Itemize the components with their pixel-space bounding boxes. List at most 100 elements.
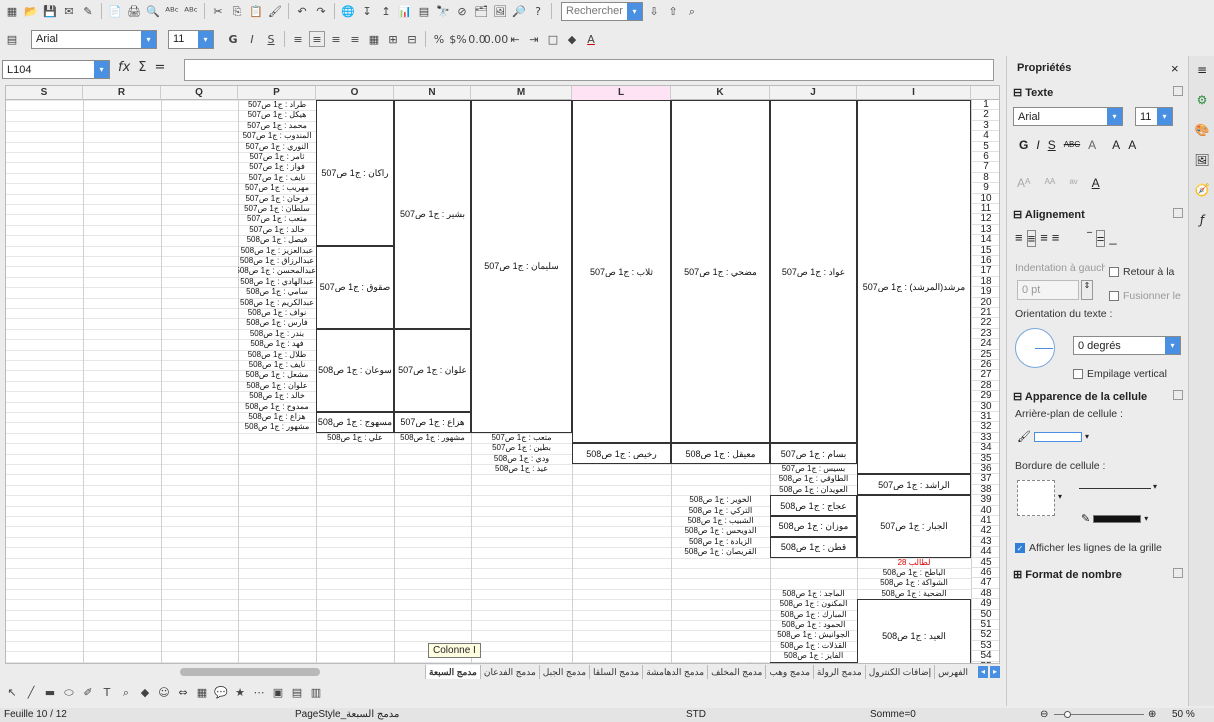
cell[interactable]: بندر : ج1 ص508 bbox=[238, 329, 316, 339]
cell[interactable]: عبدالرزاق : ج1 ص508 bbox=[238, 256, 316, 266]
merged-cell-n[interactable]: بشير : ج1 ص507 bbox=[394, 100, 471, 329]
merged-cell-o[interactable]: راكان : ج1 ص507 bbox=[316, 100, 394, 246]
cell[interactable]: مشعل : ج1 ص508 bbox=[238, 370, 316, 380]
percent-icon[interactable]: % bbox=[431, 31, 447, 47]
underline-button[interactable]: S bbox=[263, 31, 279, 47]
sheet-tab[interactable]: الفهرس bbox=[934, 665, 971, 679]
cell[interactable]: النوري : ج1 ص507 bbox=[238, 142, 316, 152]
italic-button[interactable]: I bbox=[244, 31, 260, 47]
strikethrough-button[interactable]: ABC bbox=[1064, 138, 1080, 152]
close-icon[interactable]: × bbox=[1171, 61, 1179, 76]
chart-icon[interactable]: 📊 bbox=[397, 3, 413, 19]
merged-cell-i[interactable]: الراشد : ج1 ص507 bbox=[857, 474, 971, 496]
navigator-icon[interactable]: ⊘ bbox=[454, 3, 470, 19]
cell[interactable]: مشهور : ج1 ص508 bbox=[238, 422, 316, 432]
collapse-icon[interactable]: ⊟ bbox=[1013, 391, 1022, 403]
gallery-icon[interactable]: 🗂 bbox=[473, 3, 489, 19]
cell[interactable]: بطين : ج1 ص507 bbox=[471, 443, 572, 453]
rectangle-icon[interactable]: ▬ bbox=[42, 684, 58, 700]
cell[interactable]: نايف : ج1 ص508 bbox=[238, 360, 316, 370]
merged-cell-j[interactable]: عواد : ج1 ص507 bbox=[770, 100, 857, 444]
sheet-tab[interactable]: مدمج السبعة bbox=[425, 665, 480, 679]
cell[interactable]: الباطح : ج1 ص508 bbox=[857, 568, 971, 578]
edit-file-icon[interactable]: ✎ bbox=[80, 3, 96, 19]
sidebar-font-size[interactable]: 11 ▾ bbox=[1135, 107, 1173, 126]
cell[interactable]: الشبيب : ج1 ص508 bbox=[671, 516, 770, 526]
cell[interactable]: فيصل : ج1 ص508 bbox=[238, 235, 316, 245]
sheet-tab[interactable]: مدمج الدهامشة bbox=[642, 665, 707, 679]
cell[interactable]: عبدالهادي : ج1 ص508 bbox=[238, 277, 316, 287]
gallery-deck-icon[interactable]: 🖼 bbox=[1194, 152, 1210, 168]
grow-font-button[interactable]: A bbox=[1112, 138, 1120, 152]
chevron-down-icon[interactable]: ▾ bbox=[1058, 492, 1062, 501]
more-options-icon[interactable] bbox=[1173, 86, 1183, 96]
cell[interactable]: هزاع : ج1 ص508 bbox=[238, 412, 316, 422]
chevron-down-icon[interactable]: ▾ bbox=[1107, 108, 1122, 125]
expand-icon[interactable]: ⊞ bbox=[1013, 569, 1022, 581]
column-header-n[interactable]: N bbox=[394, 86, 471, 100]
merged-cell-i[interactable]: الجبار : ج1 ص507 bbox=[857, 495, 971, 558]
callout-icon[interactable]: ⌕ bbox=[118, 684, 134, 700]
collapse-icon[interactable]: ⊟ bbox=[1013, 209, 1022, 221]
callouts-icon[interactable]: 💬 bbox=[213, 684, 229, 700]
basic-shapes-icon[interactable]: ◆ bbox=[137, 684, 153, 700]
cell[interactable]: الخوير : ج1 ص508 bbox=[671, 495, 770, 505]
font-color-icon[interactable]: A bbox=[583, 31, 599, 47]
find-next-icon[interactable]: ⇩ bbox=[646, 3, 662, 19]
symbol-shapes-icon[interactable]: ☺ bbox=[156, 684, 172, 700]
cell[interactable]: العويدان : ج1 ص508 bbox=[770, 485, 857, 495]
column-header-o[interactable]: O bbox=[316, 86, 394, 100]
cell[interactable]: خالد : ج1 ص507 bbox=[238, 225, 316, 235]
cell[interactable]: طراد : ج1 ص507 bbox=[238, 100, 316, 110]
increase-indent-icon[interactable]: ⇤ bbox=[507, 31, 523, 47]
zoom-level[interactable]: 50 % bbox=[1172, 708, 1195, 722]
more-options-icon[interactable] bbox=[1173, 390, 1183, 400]
chevron-down-icon[interactable]: ▾ bbox=[1144, 514, 1148, 523]
cell[interactable]: نواف : ج1 ص508 bbox=[238, 308, 316, 318]
merged-cell-k[interactable]: معيقل : ج1 ص508 bbox=[671, 443, 770, 464]
find-all-icon[interactable]: ⌕ bbox=[684, 3, 700, 19]
cell[interactable]: محمد : ج1 ص507 bbox=[238, 121, 316, 131]
selection-mode[interactable]: STD bbox=[686, 708, 706, 722]
currency-icon[interactable]: $% bbox=[449, 31, 466, 47]
cell[interactable]: عبدالمحسن : ج1 ص508 bbox=[238, 266, 316, 276]
cell[interactable]: سلطان : ج1 ص507 bbox=[238, 204, 316, 214]
copy-icon[interactable]: ⎘ bbox=[229, 3, 245, 19]
unmerge-icon[interactable]: ⊟ bbox=[404, 31, 420, 47]
cell[interactable]: فرحان : ج1 ص507 bbox=[238, 194, 316, 204]
export-pdf-icon[interactable]: 📄 bbox=[107, 3, 123, 19]
hscroll-area[interactable] bbox=[5, 665, 425, 679]
open-icon[interactable]: 📂 bbox=[23, 3, 39, 19]
formula-input[interactable] bbox=[184, 59, 994, 81]
merge-cells-option[interactable]: Fusionner le bbox=[1109, 290, 1185, 302]
merged-cell-n[interactable]: علوان : ج1 ص507 bbox=[394, 328, 471, 412]
cell[interactable]: المكنون : ج1 ص508 bbox=[770, 599, 857, 609]
sort-ascending-icon[interactable]: ↧ bbox=[359, 3, 375, 19]
cell[interactable]: القذلات : ج1 ص508 bbox=[770, 641, 857, 651]
sheet-tab[interactable]: مدمج الفدعان bbox=[479, 665, 539, 679]
align-right-icon[interactable]: ≡ bbox=[1040, 230, 1048, 247]
chevron-down-icon[interactable]: ▾ bbox=[627, 2, 642, 20]
text-section-header[interactable]: ⊟ Texte bbox=[1013, 86, 1189, 99]
shrink-font-button[interactable]: A bbox=[1128, 138, 1136, 152]
styles-deck-icon[interactable]: 🎨 bbox=[1194, 122, 1210, 138]
column-header-i[interactable]: I bbox=[857, 86, 971, 100]
ellipse-icon[interactable]: ⬭ bbox=[61, 684, 77, 700]
chevron-down-icon[interactable]: ▾ bbox=[1165, 337, 1180, 354]
background-swatch[interactable] bbox=[1033, 431, 1082, 442]
delete-decimal-icon[interactable]: 0.00 bbox=[484, 31, 509, 47]
column-header-s[interactable]: S bbox=[6, 86, 83, 100]
tab-nav-prev-icon[interactable]: ◂ bbox=[978, 666, 988, 678]
cell[interactable]: متعب : ج1 ص507 bbox=[471, 433, 572, 443]
zoom-slider-knob[interactable] bbox=[1064, 711, 1071, 718]
cell[interactable]: الشواكة : ج1 ص508 bbox=[857, 578, 971, 588]
merged-cell-o[interactable]: صقوق : ج1 ص507 bbox=[316, 245, 394, 329]
zoom-icon[interactable]: 🔎 bbox=[511, 3, 527, 19]
cell[interactable]: هيكل : ج1 ص507 bbox=[238, 110, 316, 120]
zoom-in-icon[interactable]: ⊕ bbox=[1148, 708, 1156, 722]
new-icon[interactable]: ▦ bbox=[4, 3, 20, 19]
cell[interactable]: مشهور : ج1 ص508 bbox=[394, 433, 471, 443]
cell[interactable]: ودي : ج1 ص508 bbox=[471, 454, 572, 464]
align-bottom-icon[interactable]: _ bbox=[1109, 230, 1116, 247]
sheet-tab[interactable]: مدمج المخلف bbox=[707, 665, 765, 679]
